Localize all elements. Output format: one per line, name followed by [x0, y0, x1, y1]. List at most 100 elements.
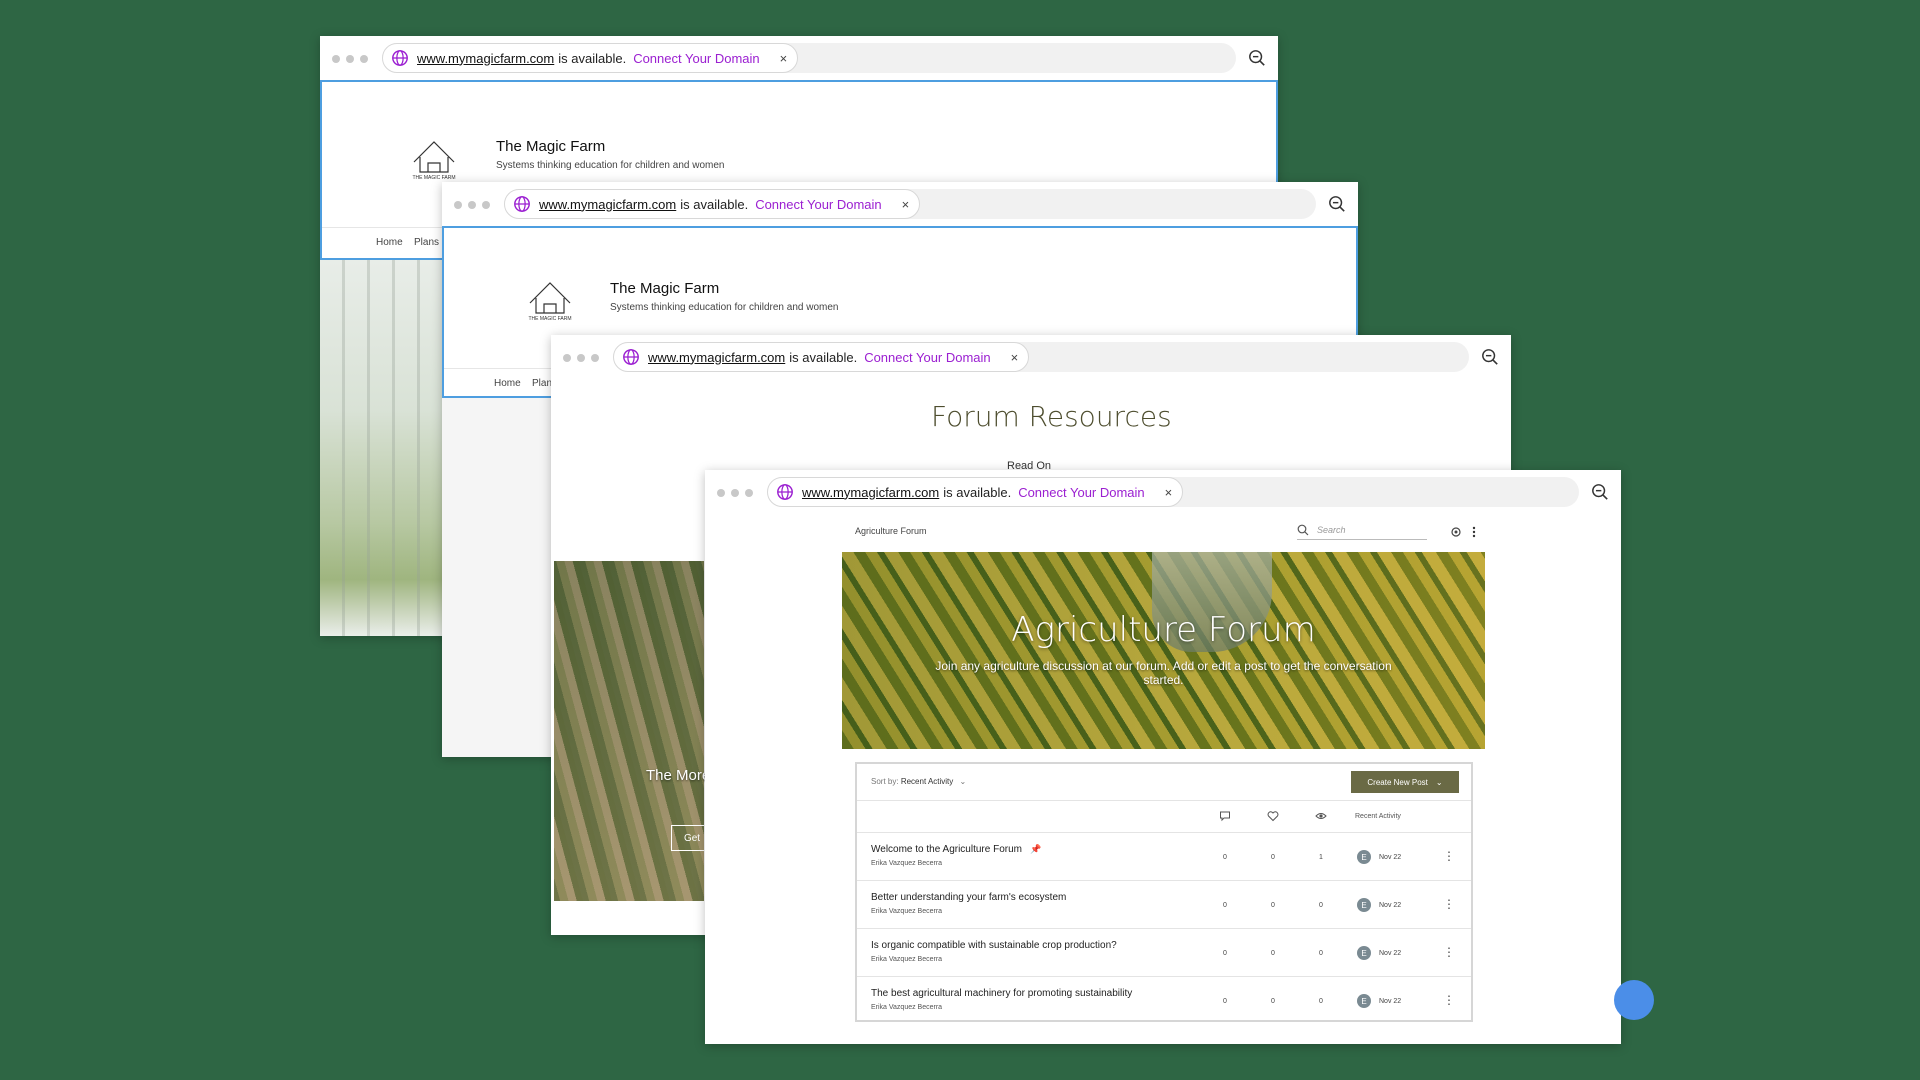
close-notice-icon[interactable]: ×: [902, 197, 910, 212]
search-input[interactable]: Search: [1297, 521, 1427, 540]
connect-domain-link[interactable]: Connect Your Domain: [633, 51, 759, 66]
sort-row: Sort by: Recent Activity ⌄ Create New Po…: [857, 764, 1471, 801]
view-count: 1: [1319, 854, 1323, 861]
activity-date: Nov 22: [1379, 950, 1402, 957]
nav-home[interactable]: Home: [376, 237, 403, 248]
browser-window-4: www.mymagicfarm.com is available. Connec…: [705, 470, 1621, 1044]
domain-notice: www.mymagicfarm.com is available. Connec…: [382, 43, 799, 73]
comments-icon: [1220, 811, 1230, 822]
like-count: 0: [1271, 950, 1275, 957]
post-author[interactable]: Erika Vazquez Becerra: [871, 1004, 942, 1011]
avatar[interactable]: E: [1357, 898, 1371, 912]
post-title[interactable]: Welcome to the Agriculture Forum 📌: [871, 844, 1041, 855]
post-author[interactable]: Erika Vazquez Becerra: [871, 860, 942, 867]
window-controls[interactable]: [332, 55, 368, 63]
photo-overlay-text: The More: [646, 767, 711, 784]
domain-link[interactable]: www.mymagicfarm.com: [648, 350, 785, 365]
svg-text:THE MAGIC FARM: THE MAGIC FARM: [528, 316, 571, 322]
logo-icon: THE MAGIC FARM: [528, 282, 572, 322]
view-count: 0: [1319, 902, 1323, 909]
post-menu-icon[interactable]: ⋮: [1443, 945, 1455, 959]
hero-title: Agriculture Forum: [1011, 610, 1316, 650]
forum-breadcrumb[interactable]: Agriculture Forum: [855, 526, 927, 536]
sort-label: Sort by:: [871, 777, 899, 786]
window-controls[interactable]: [563, 354, 599, 362]
like-count: 0: [1271, 998, 1275, 1005]
browser-chrome: www.mymagicfarm.com is available. Connec…: [442, 182, 1358, 226]
globe-icon: [392, 50, 408, 66]
comment-count: 0: [1223, 902, 1227, 909]
domain-link[interactable]: www.mymagicfarm.com: [417, 51, 554, 66]
nav-home[interactable]: Home: [494, 378, 521, 389]
address-bar[interactable]: www.mymagicfarm.com is available. Connec…: [504, 189, 1316, 219]
column-header-row: Recent Activity: [857, 800, 1471, 833]
globe-icon: [623, 349, 639, 365]
view-count: 0: [1319, 998, 1323, 1005]
chat-button[interactable]: [1614, 980, 1654, 1020]
browser-chrome: www.mymagicfarm.com is available. Connec…: [551, 335, 1511, 379]
create-post-label: Create New Post: [1367, 777, 1428, 787]
close-notice-icon[interactable]: ×: [1011, 350, 1019, 365]
connect-domain-link[interactable]: Connect Your Domain: [864, 350, 990, 365]
post-menu-icon[interactable]: ⋮: [1443, 897, 1455, 911]
browser-chrome: www.mymagicfarm.com is available. Connec…: [705, 470, 1621, 514]
activity-date: Nov 22: [1379, 854, 1402, 861]
close-notice-icon[interactable]: ×: [1165, 485, 1173, 500]
post-row[interactable]: Is organic compatible with sustainable c…: [857, 928, 1471, 977]
post-row[interactable]: The best agricultural machinery for prom…: [857, 976, 1471, 1024]
avatar[interactable]: E: [1357, 994, 1371, 1008]
forum-hero-banner: Agriculture Forum Join any agriculture d…: [842, 552, 1485, 749]
zoom-out-icon[interactable]: [1591, 483, 1609, 501]
site-tagline: Systems thinking education for children …: [496, 160, 725, 171]
search-icon: [1297, 524, 1309, 536]
brand-name: The Magic Farm: [496, 138, 606, 155]
connect-domain-link[interactable]: Connect Your Domain: [755, 197, 881, 212]
chevron-down-icon: ⌄: [1435, 777, 1443, 787]
address-bar[interactable]: www.mymagicfarm.com is available. Connec…: [767, 477, 1579, 507]
posts-panel: Sort by: Recent Activity ⌄ Create New Po…: [855, 762, 1473, 1022]
post-row[interactable]: Welcome to the Agriculture Forum 📌 Erika …: [857, 832, 1471, 881]
post-menu-icon[interactable]: ⋮: [1443, 993, 1455, 1007]
availability-text: is available.: [680, 196, 749, 212]
search-placeholder: Search: [1317, 525, 1346, 535]
comment-count: 0: [1223, 998, 1227, 1005]
settings-icon[interactable]: [1450, 526, 1462, 538]
activity-date: Nov 22: [1379, 998, 1402, 1005]
post-author[interactable]: Erika Vazquez Becerra: [871, 908, 942, 915]
recent-activity-header: Recent Activity: [1355, 813, 1401, 820]
avatar[interactable]: E: [1357, 946, 1371, 960]
zoom-out-icon[interactable]: [1328, 195, 1346, 213]
post-author[interactable]: Erika Vazquez Becerra: [871, 956, 942, 963]
close-notice-icon[interactable]: ×: [780, 51, 788, 66]
sort-dropdown[interactable]: Sort by: Recent Activity ⌄: [871, 777, 966, 786]
browser-chrome: www.mymagicfarm.com is available. Connec…: [320, 36, 1278, 80]
more-options-icon[interactable]: [1472, 526, 1476, 538]
window-controls[interactable]: [717, 489, 753, 497]
post-title[interactable]: The best agricultural machinery for prom…: [871, 988, 1132, 999]
window-controls[interactable]: [454, 201, 490, 209]
post-title[interactable]: Better understanding your farm's ecosyst…: [871, 892, 1066, 903]
chevron-down-icon: ⌄: [959, 777, 967, 786]
domain-link[interactable]: www.mymagicfarm.com: [539, 197, 676, 212]
availability-text: is available.: [789, 349, 858, 365]
likes-icon: [1267, 811, 1279, 822]
view-count: 0: [1319, 950, 1323, 957]
page-title: Forum Resources: [931, 400, 1172, 433]
address-bar[interactable]: www.mymagicfarm.com is available. Connec…: [382, 43, 1236, 73]
comment-count: 0: [1223, 854, 1227, 861]
post-row[interactable]: Better understanding your farm's ecosyst…: [857, 880, 1471, 929]
create-new-post-button[interactable]: Create New Post ⌄: [1351, 771, 1459, 793]
globe-icon: [777, 484, 793, 500]
like-count: 0: [1271, 902, 1275, 909]
globe-icon: [514, 196, 530, 212]
post-title[interactable]: Is organic compatible with sustainable c…: [871, 940, 1117, 951]
post-menu-icon[interactable]: ⋮: [1443, 849, 1455, 863]
connect-domain-link[interactable]: Connect Your Domain: [1018, 485, 1144, 500]
domain-notice: www.mymagicfarm.com is available. Connec…: [767, 477, 1184, 507]
zoom-out-icon[interactable]: [1248, 49, 1266, 67]
hero-description: Join any agriculture discussion at our f…: [935, 659, 1392, 687]
avatar[interactable]: E: [1357, 850, 1371, 864]
domain-link[interactable]: www.mymagicfarm.com: [802, 485, 939, 500]
zoom-out-icon[interactable]: [1481, 348, 1499, 366]
address-bar[interactable]: www.mymagicfarm.com is available. Connec…: [613, 342, 1469, 372]
